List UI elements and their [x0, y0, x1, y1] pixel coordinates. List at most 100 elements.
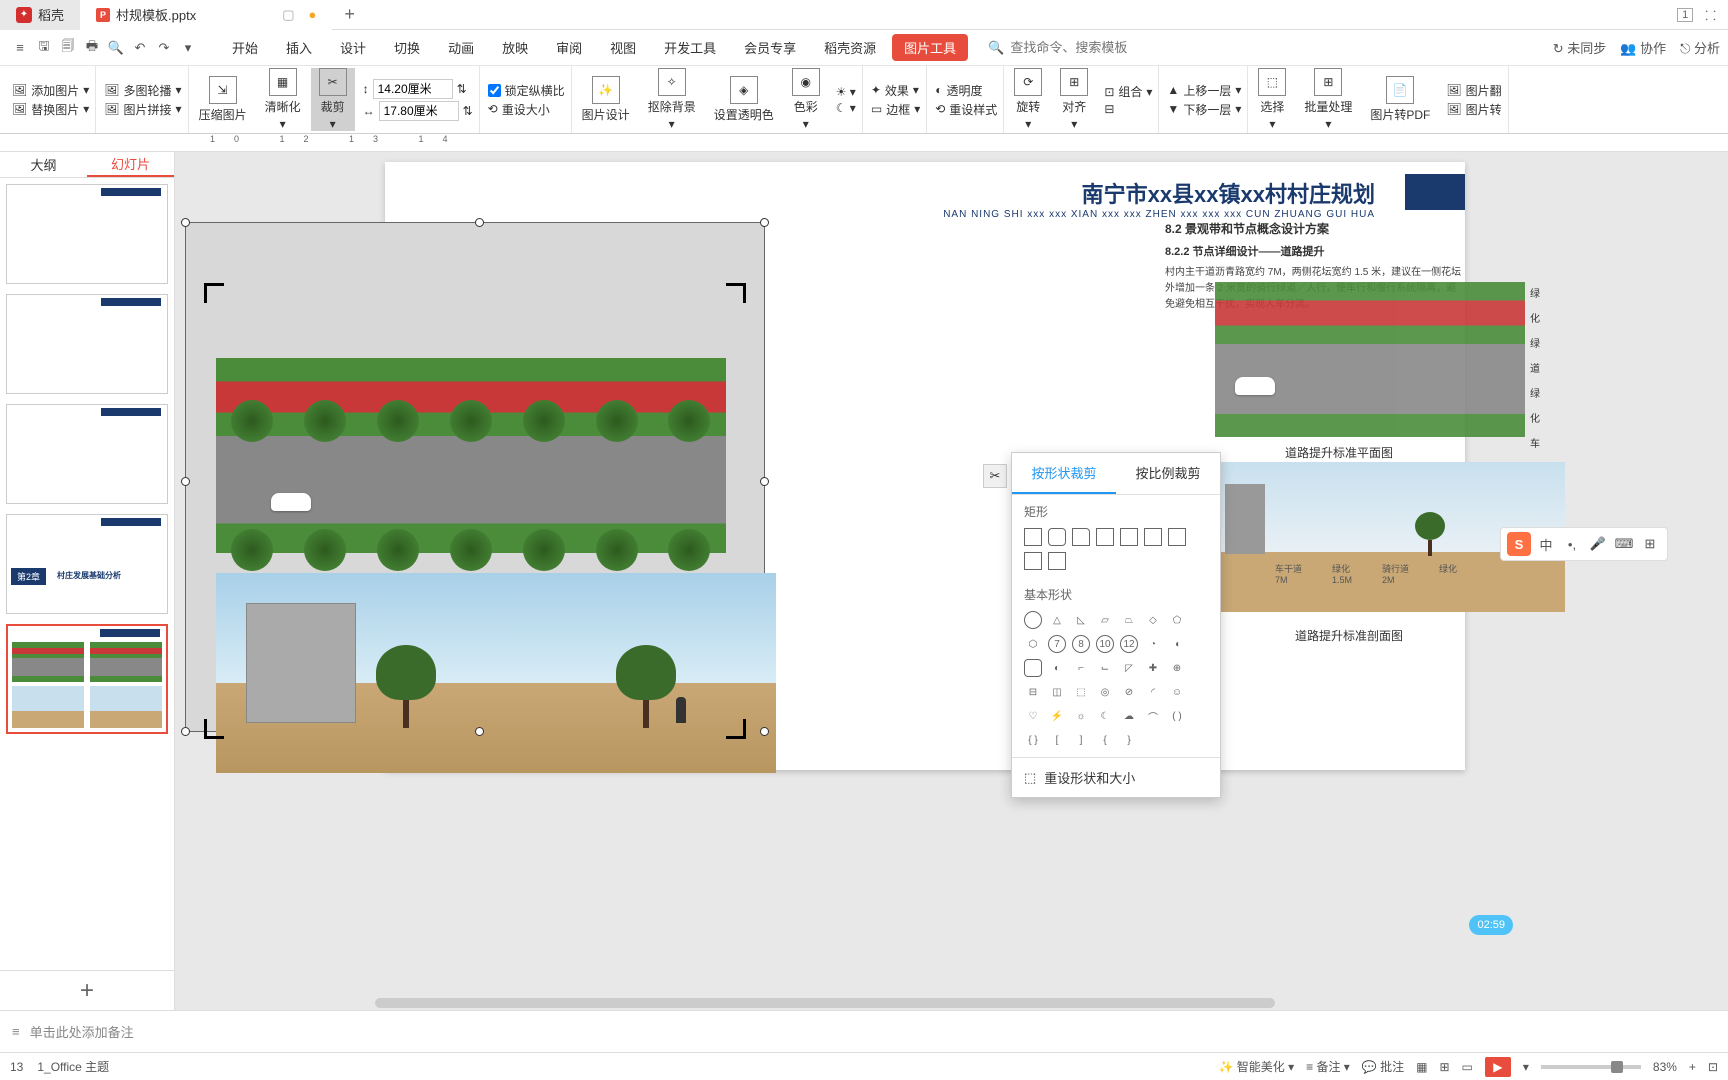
crop-handle-tl[interactable] — [204, 283, 224, 303]
menu-doke-res[interactable]: 稻壳资源 — [812, 34, 888, 61]
menu-show[interactable]: 放映 — [490, 34, 540, 61]
ime-punct-icon[interactable]: •, — [1561, 533, 1583, 555]
pic-join-button[interactable]: 🖼 图片拼接 ▾ — [104, 101, 181, 118]
thumbnail[interactable]: 第2章村庄发展基础分析 — [6, 514, 168, 614]
to-pdf-button[interactable]: 📄图片转PDF — [1362, 76, 1438, 123]
undo-icon[interactable]: ↶ — [128, 36, 152, 60]
shape-12[interactable]: 12 — [1120, 635, 1138, 653]
shape-rect5[interactable] — [1168, 528, 1186, 546]
border-button[interactable]: ▭ 边框 ▾ — [871, 101, 920, 118]
shape-7[interactable]: 7 — [1048, 635, 1066, 653]
selection-handle[interactable] — [760, 727, 769, 736]
add-pic-button[interactable]: 🖼 添加图片 ▾ — [12, 82, 89, 99]
remove-bg-button[interactable]: ✧抠除背景▾ — [640, 68, 704, 131]
shape-pie[interactable]: ◔ — [1144, 635, 1162, 653]
view-reading-icon[interactable]: ▭ — [1462, 1060, 1473, 1074]
compress-button[interactable]: ⇲压缩图片 — [191, 76, 255, 123]
shape-rect3[interactable] — [1120, 528, 1138, 546]
contrast-button[interactable]: ☾ ▾ — [836, 101, 856, 115]
menu-icon[interactable]: ≡ — [8, 36, 32, 60]
shape-cloud[interactable]: ☁ — [1120, 707, 1138, 725]
shape-l[interactable]: ⌐ — [1072, 659, 1090, 677]
unsync-button[interactable]: ↻ 未同步 — [1553, 38, 1607, 57]
pic-trans-button[interactable]: 🖼 图片翻 — [1446, 82, 1501, 99]
crop-by-ratio-tab[interactable]: 按比例裁剪 — [1116, 453, 1220, 494]
thumbnail[interactable] — [6, 404, 168, 504]
selection-handle[interactable] — [475, 727, 484, 736]
crop-handle-tr[interactable] — [726, 283, 746, 303]
new-tab-button[interactable]: + — [332, 4, 367, 25]
thumbnail[interactable] — [6, 184, 168, 284]
spinner-icon[interactable]: ⇅ — [463, 104, 473, 118]
send-back-button[interactable]: ▼ 下移一层 ▾ — [1167, 101, 1241, 118]
scroll-thumb[interactable] — [375, 998, 1275, 1008]
crop-by-shape-tab[interactable]: 按形状裁剪 — [1012, 453, 1116, 494]
batch-button[interactable]: ⊞批量处理▾ — [1296, 68, 1360, 131]
selection-handle[interactable] — [181, 218, 190, 227]
zoom-handle[interactable] — [1611, 1061, 1623, 1073]
fit-icon[interactable]: ⊡ — [1708, 1060, 1718, 1074]
shape-parallelogram[interactable]: ▱ — [1096, 611, 1114, 629]
beautify-button[interactable]: ✨ 智能美化 ▾ — [1218, 1058, 1294, 1075]
reset-style-button[interactable]: ⟲ 重设样式 — [935, 101, 997, 118]
window-count[interactable]: 1 — [1677, 8, 1693, 22]
collab-button[interactable]: 👥 协作 — [1620, 38, 1666, 57]
shape-chord[interactable]: ◖ — [1168, 635, 1186, 653]
shape-bracket[interactable]: ( ) — [1168, 707, 1186, 725]
shape-brace[interactable]: { } — [1024, 731, 1042, 749]
zoom-plus-icon[interactable]: + — [1689, 1060, 1696, 1074]
shape-l2[interactable]: ⌙ — [1096, 659, 1114, 677]
crop-tool-icon[interactable]: ✂ — [983, 464, 1007, 488]
notes-toggle[interactable]: ≡ 备注 ▾ — [1306, 1058, 1350, 1075]
tab-window-icon[interactable]: ▢ — [282, 7, 294, 23]
shape-arc[interactable]: ◜ — [1144, 683, 1162, 701]
multi-pic-button[interactable]: 🖼 多图轮播 ▾ — [104, 82, 181, 99]
menu-insert[interactable]: 插入 — [274, 34, 324, 61]
ime-grid-icon[interactable]: ⊞ — [1639, 533, 1661, 555]
shape-cube[interactable]: ◫ — [1048, 683, 1066, 701]
search-box[interactable]: 🔍 — [988, 40, 1150, 56]
canvas[interactable]: 南宁市xx县xx镇xx村村庄规划 NAN NING SHI xxx xxx XI… — [175, 152, 1728, 1010]
rotate-button[interactable]: ⟳旋转▾ — [1006, 68, 1050, 131]
shape-smiley[interactable]: ☺ — [1168, 683, 1186, 701]
shape-rect4[interactable] — [1144, 528, 1162, 546]
selection-handle[interactable] — [475, 218, 484, 227]
view-sorter-icon[interactable]: ⊞ — [1439, 1060, 1449, 1074]
shape-heart[interactable]: ♡ — [1024, 707, 1042, 725]
selected-image[interactable] — [185, 222, 765, 732]
view-normal-icon[interactable]: ▦ — [1416, 1060, 1427, 1074]
thumbnail-current[interactable] — [6, 624, 168, 734]
height-input[interactable] — [373, 79, 453, 99]
shape-8[interactable]: 8 — [1072, 635, 1090, 653]
selection-handle[interactable] — [760, 218, 769, 227]
shape-snip-rect[interactable] — [1072, 528, 1090, 546]
slides-tab[interactable]: 幻灯片 — [87, 152, 174, 177]
shape-plaque[interactable]: ⊕ — [1168, 659, 1186, 677]
menu-dev[interactable]: 开发工具 — [652, 34, 728, 61]
comment-toggle[interactable]: 💬 批注 — [1362, 1058, 1404, 1075]
save-as-icon[interactable]: 🗐 — [56, 36, 80, 60]
shape-diag[interactable]: ◸ — [1120, 659, 1138, 677]
ime-toolbar[interactable]: S 中 •, 🎤 ⌨ ⊞ — [1500, 527, 1668, 561]
brightness-button[interactable]: ☀ ▾ — [836, 85, 856, 99]
shape-rect[interactable] — [1024, 528, 1042, 546]
menu-review[interactable]: 审阅 — [544, 34, 594, 61]
lock-ratio-checkbox[interactable]: 锁定纵横比 — [488, 82, 565, 99]
reset-size-button[interactable]: ⟲ 重设大小 — [488, 101, 565, 118]
effect-button[interactable]: ✦ 效果 ▾ — [871, 82, 920, 99]
set-trans-button[interactable]: ◈设置透明色 — [706, 76, 782, 123]
shape-donut[interactable]: ◎ — [1096, 683, 1114, 701]
color-button[interactable]: ◉色彩▾ — [784, 68, 828, 131]
save-icon[interactable]: 🖫 — [32, 36, 56, 60]
redo-icon[interactable]: ↷ — [152, 36, 176, 60]
shape-10[interactable]: 10 — [1096, 635, 1114, 653]
shape-lbrace[interactable]: { — [1096, 731, 1114, 749]
shape-round-rect[interactable] — [1048, 528, 1066, 546]
bring-fwd-button[interactable]: ▲ 上移一层 ▾ — [1167, 82, 1241, 99]
shape-lbracket[interactable]: [ — [1048, 731, 1066, 749]
notes-bar[interactable]: ≡ 单击此处添加备注 — [0, 1010, 1728, 1052]
group-button[interactable]: ⊡ 组合 ▾ — [1104, 83, 1152, 100]
spinner-icon[interactable]: ⇅ — [457, 82, 467, 96]
shape-cross[interactable]: ✚ — [1144, 659, 1162, 677]
play-dropdown[interactable]: ▾ — [1523, 1060, 1529, 1074]
